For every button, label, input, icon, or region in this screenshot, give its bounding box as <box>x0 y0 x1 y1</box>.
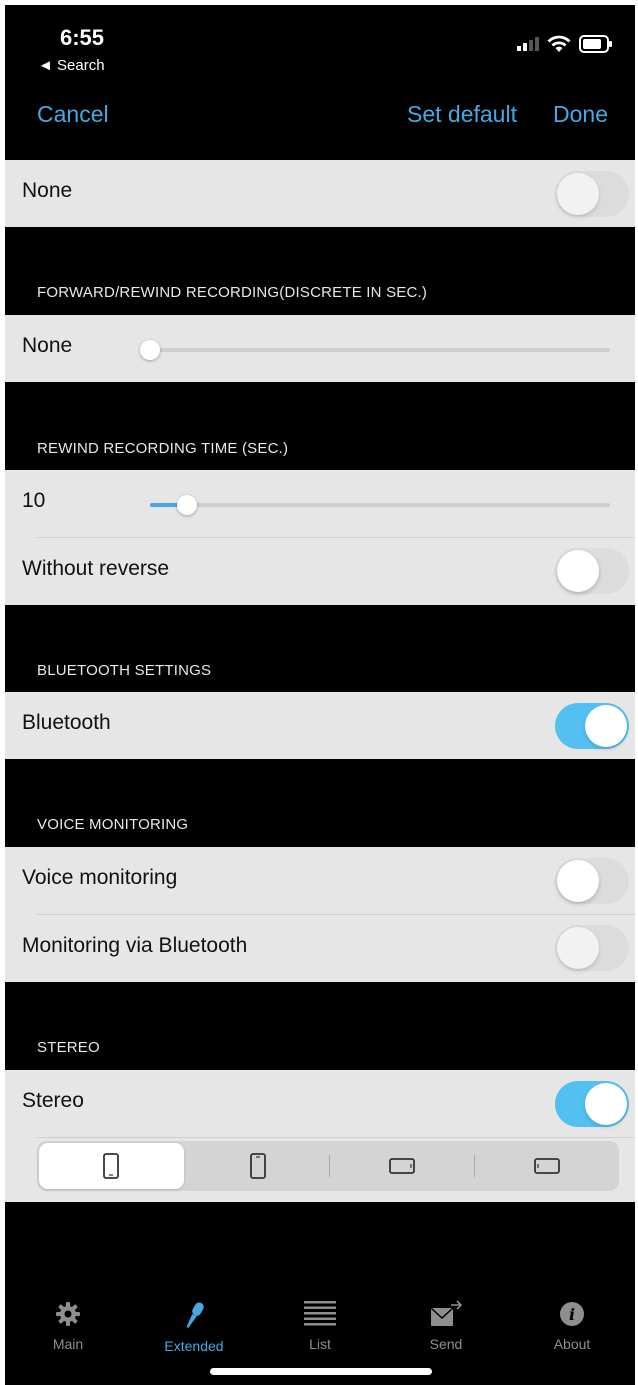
stereo-label: Stereo <box>22 1089 84 1112</box>
tab-about[interactable]: i About <box>509 1300 635 1360</box>
rewind-time-header: REWIND RECORDING TIME (SEC.) <box>37 440 289 457</box>
rewind-time-slider-thumb[interactable] <box>176 495 197 515</box>
monitoring-via-bluetooth-toggle[interactable] <box>555 925 629 971</box>
back-to-search-link[interactable]: ◄ Search <box>38 57 105 74</box>
top-none-row: None <box>5 160 635 227</box>
info-icon: i <box>560 1302 584 1326</box>
rewind-time-value: 10 <box>22 489 46 512</box>
voice-monitoring-label: Voice monitoring <box>22 866 178 889</box>
envelope-icon <box>430 1300 463 1326</box>
forward-rewind-value: None <box>22 334 73 357</box>
tab-about-label: About <box>553 1336 591 1352</box>
svg-text:i: i <box>569 1305 575 1324</box>
voice-monitoring-toggle[interactable] <box>555 858 629 904</box>
without-reverse-toggle[interactable] <box>555 548 629 594</box>
signal-icon <box>517 37 539 51</box>
voice-monitoring-group: Voice monitoring Monitoring via Bluetoot… <box>5 847 635 982</box>
top-none-label: None <box>22 179 73 202</box>
done-button[interactable]: Done <box>553 101 608 128</box>
cancel-button[interactable]: Cancel <box>37 101 109 128</box>
tab-list-label: List <box>309 1336 331 1352</box>
phone-landscape-left-icon <box>533 1158 560 1174</box>
top-none-toggle[interactable] <box>555 171 629 217</box>
segment-portrait[interactable] <box>39 1143 184 1189</box>
monitoring-via-bluetooth-label: Monitoring via Bluetooth <box>22 934 248 957</box>
forward-rewind-row: None <box>5 315 635 382</box>
tab-main[interactable]: Main <box>5 1300 131 1360</box>
battery-icon <box>579 35 612 53</box>
forward-rewind-slider[interactable] <box>140 340 610 360</box>
tab-list[interactable]: List <box>257 1300 383 1360</box>
tab-main-label: Main <box>52 1336 84 1352</box>
phone-portrait-icon <box>103 1153 120 1179</box>
tab-extended[interactable]: Extended <box>131 1300 257 1360</box>
voice-monitoring-header: VOICE MONITORING <box>37 816 189 833</box>
home-indicator <box>210 1368 432 1375</box>
forward-rewind-header: FORWARD/REWIND RECORDING(DISCRETE IN SEC… <box>37 284 428 301</box>
divider <box>37 1137 635 1138</box>
list-icon <box>304 1301 336 1326</box>
tab-extended-label: Extended <box>164 1338 224 1354</box>
phone-landscape-right-icon <box>389 1158 416 1174</box>
without-reverse-label: Without reverse <box>22 557 170 580</box>
rewind-time-group: 10 Without reverse <box>5 470 635 605</box>
tab-send[interactable]: Send <box>383 1300 509 1360</box>
status-icons <box>517 35 613 53</box>
bluetooth-row: Bluetooth <box>5 692 635 759</box>
tab-send-label: Send <box>429 1336 463 1352</box>
bluetooth-label: Bluetooth <box>22 711 111 734</box>
set-default-button[interactable]: Set default <box>407 101 517 128</box>
wifi-icon <box>547 35 571 52</box>
bluetooth-toggle[interactable] <box>555 703 629 749</box>
status-time: 6:55 <box>60 25 105 50</box>
segment-landscape-left[interactable] <box>475 1141 620 1191</box>
microphone-icon <box>186 1302 204 1328</box>
stereo-toggle[interactable] <box>555 1081 629 1127</box>
phone-portrait-alt-icon <box>249 1153 266 1179</box>
rewind-time-slider[interactable] <box>150 495 610 515</box>
bluetooth-settings-header: BLUETOOTH SETTINGS <box>37 662 212 679</box>
stereo-header: STEREO <box>37 1039 100 1056</box>
segment-landscape-right[interactable] <box>330 1141 475 1191</box>
segment-portrait-upside-down[interactable] <box>186 1141 330 1191</box>
gear-icon <box>56 1302 80 1326</box>
forward-rewind-slider-thumb[interactable] <box>140 340 160 360</box>
tab-bar: Main Extended List Send i About <box>5 1300 635 1360</box>
orientation-segmented-control[interactable] <box>37 1141 619 1191</box>
app-screen: 6:55 ◄ Search Cancel Set default Done No… <box>5 5 635 1385</box>
